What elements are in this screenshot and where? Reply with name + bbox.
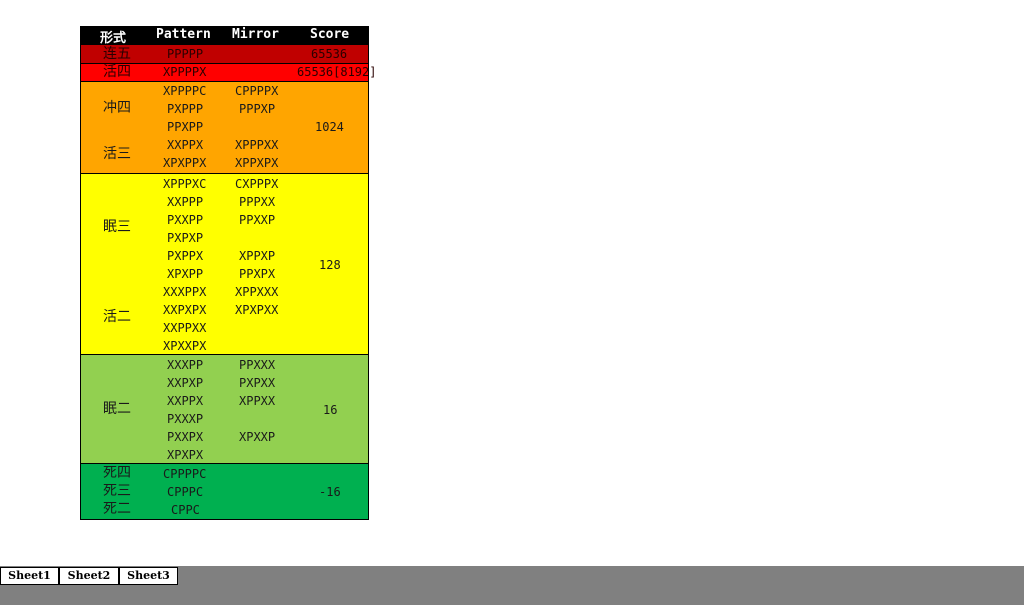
shape-cell[interactable]: 死四 <box>103 464 131 482</box>
table-header-row: 形式 Pattern Mirror Score <box>80 26 369 46</box>
pattern-cell[interactable]: XXPPX <box>167 392 203 410</box>
score-table: 形式 Pattern Mirror Score 连五 PPPPP 65536 活… <box>80 26 376 520</box>
pattern-cell[interactable]: XPPPPC <box>163 82 206 100</box>
band-huosi: 活四 XPPPPX 65536[8192] <box>80 63 376 82</box>
band-lianwu: 连五 PPPPP 65536 <box>80 45 369 64</box>
pattern-cell[interactable]: PXPPP <box>167 100 203 118</box>
pattern-cell[interactable]: XPPPXC <box>163 175 206 193</box>
score-cell[interactable]: 65536 <box>311 45 347 63</box>
shape-cell[interactable]: 冲四 <box>103 99 131 117</box>
pattern-cell[interactable]: XXPXPX <box>163 301 206 319</box>
tab-sheet2[interactable]: Sheet2 <box>59 567 119 585</box>
shape-cell[interactable]: 眠二 <box>103 400 131 418</box>
pattern-cell[interactable]: CPPPPC <box>163 465 206 483</box>
score-cell[interactable]: 1024 <box>315 118 344 136</box>
shape-cell[interactable]: 死三 <box>103 482 131 500</box>
header-mirror[interactable]: Mirror <box>232 27 279 42</box>
pattern-cell[interactable]: XPPPPX <box>163 63 206 81</box>
mirror-cell[interactable]: PPXPX <box>239 265 275 283</box>
band-mianer: 眠二 XXXPP XXPXP XXPPX PXXXP PXXPX XPXPX P… <box>80 355 369 464</box>
header-pattern[interactable]: Pattern <box>156 27 211 42</box>
tab-sheet3[interactable]: Sheet3 <box>119 567 178 585</box>
pattern-cell[interactable]: PPPPP <box>167 45 203 63</box>
pattern-cell[interactable]: PXXPP <box>167 211 203 229</box>
shape-cell[interactable]: 活四 <box>103 63 131 81</box>
pattern-cell[interactable]: CPPPC <box>167 483 203 501</box>
mirror-cell[interactable]: XPPXPX <box>235 154 278 172</box>
pattern-cell[interactable]: XXPXP <box>167 374 203 392</box>
pattern-cell[interactable]: XPXPX <box>167 446 203 464</box>
mirror-cell[interactable]: XPPXXX <box>235 283 278 301</box>
score-cell[interactable]: 16 <box>323 401 337 419</box>
mirror-cell[interactable]: XPXPXX <box>235 301 278 319</box>
pattern-cell[interactable]: PPXPP <box>167 118 203 136</box>
pattern-cell[interactable]: XXXPPX <box>163 283 206 301</box>
shape-cell[interactable]: 活三 <box>103 145 131 163</box>
mirror-cell[interactable]: PXPXX <box>239 374 275 392</box>
pattern-cell[interactable]: PXPXP <box>167 229 203 247</box>
shape-cell[interactable]: 眠三 <box>103 218 131 236</box>
mirror-cell[interactable]: CPPPPX <box>235 82 278 100</box>
mirror-cell[interactable]: CXPPPX <box>235 175 278 193</box>
score-cell[interactable]: 65536[8192] <box>297 63 376 81</box>
pattern-cell[interactable]: PXPPX <box>167 247 203 265</box>
mirror-cell[interactable]: PPPXX <box>239 193 275 211</box>
band-miansan-huoer: 眠三 活二 XPPPXC XXPPP PXXPP PXPXP PXPPX XPX… <box>80 174 369 355</box>
shape-cell[interactable]: 连五 <box>103 45 131 63</box>
header-shape[interactable]: 形式 <box>100 27 126 46</box>
mirror-cell[interactable]: XPXXP <box>239 428 275 446</box>
pattern-cell[interactable]: XXXPP <box>167 356 203 374</box>
pattern-cell[interactable]: XXPPX <box>167 136 203 154</box>
pattern-cell[interactable]: XXPPXX <box>163 319 206 337</box>
mirror-cell[interactable]: XPPXX <box>239 392 275 410</box>
mirror-cell[interactable]: PPXXX <box>239 356 275 374</box>
sheet-tab-bar: Sheet1 Sheet2 Sheet3 <box>0 566 1024 605</box>
mirror-cell[interactable]: PPPXP <box>239 100 275 118</box>
score-cell[interactable]: 128 <box>319 256 341 274</box>
pattern-cell[interactable]: CPPC <box>171 501 200 519</box>
band-chongsi-huosan: 冲四 活三 XPPPPC PXPPP PPXPP XXPPX XPXPPX CP… <box>80 82 369 174</box>
mirror-cell[interactable]: XPPPXX <box>235 136 278 154</box>
header-score[interactable]: Score <box>310 27 349 42</box>
pattern-cell[interactable]: XXPPP <box>167 193 203 211</box>
pattern-cell[interactable]: PXXXP <box>167 410 203 428</box>
pattern-cell[interactable]: PXXPX <box>167 428 203 446</box>
shape-cell[interactable]: 死二 <box>103 500 131 518</box>
pattern-cell[interactable]: XPXPPX <box>163 154 206 172</box>
shape-cell[interactable]: 活二 <box>103 308 131 326</box>
mirror-cell[interactable]: PPXXP <box>239 211 275 229</box>
tab-sheet1[interactable]: Sheet1 <box>0 567 59 585</box>
band-dead: 死四 死三 死二 CPPPPC CPPPC CPPC -16 <box>80 464 369 520</box>
mirror-cell[interactable]: XPPXP <box>239 247 275 265</box>
pattern-cell[interactable]: XPXPP <box>167 265 203 283</box>
score-cell[interactable]: -16 <box>319 483 341 501</box>
pattern-cell[interactable]: XPXXPX <box>163 337 206 355</box>
